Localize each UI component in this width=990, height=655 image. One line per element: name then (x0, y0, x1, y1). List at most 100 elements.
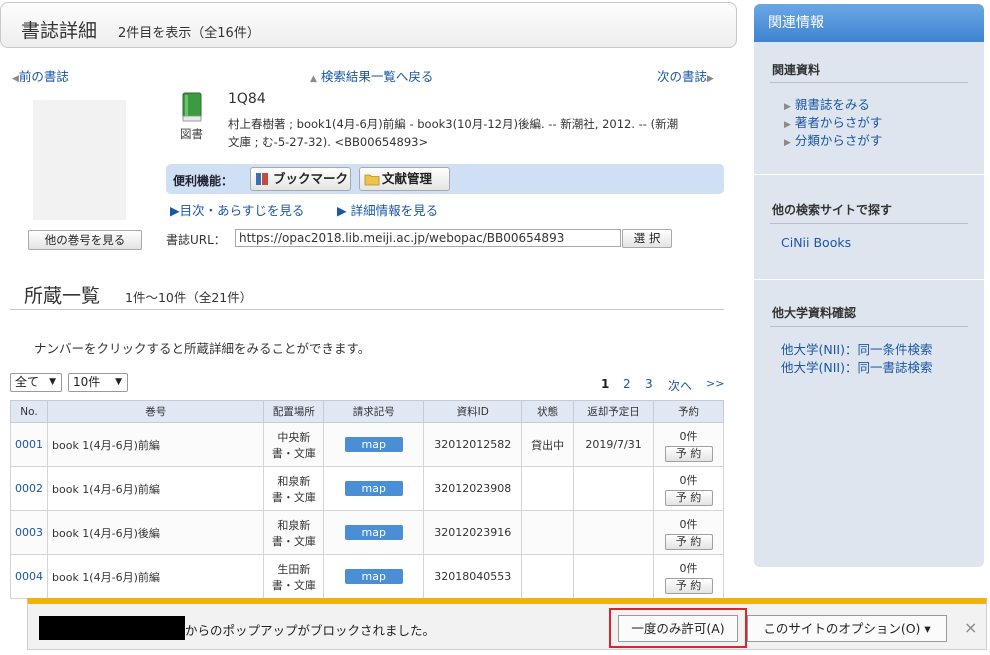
divider (754, 279, 984, 280)
parent-record-link[interactable]: ▶ 親書誌をみる (784, 94, 870, 113)
due-date-cell (573, 466, 655, 511)
due-date-cell: 2019/7/31 (573, 422, 655, 467)
right-triangle-icon: ▶ (784, 120, 791, 130)
material-type-label: 図書 (180, 127, 203, 141)
item-id-cell: 32012023908 (423, 466, 523, 511)
table-row: 0001 book 1(4月-6月)前編 中央新 書・文庫 map 3201201… (10, 422, 724, 467)
reserve-cell: 0件予 約 (653, 510, 724, 555)
prev-record-link[interactable]: ◀前の書誌 (12, 66, 69, 85)
location-cell: 和泉新 書・文庫 (263, 510, 325, 555)
volume-cell: book 1(4月-6月)後編 (46, 510, 265, 555)
book-title: 1Q84 (228, 91, 266, 107)
page-title: 書誌詳細 (21, 20, 98, 42)
status-cell (521, 466, 575, 511)
due-date-cell (573, 554, 655, 599)
volume-cell: book 1(4月-6月)前編 (46, 466, 265, 511)
item-id-cell: 32012012582 (423, 422, 523, 467)
reserve-button[interactable]: 予 約 (664, 489, 713, 506)
bookmark-button[interactable]: ブックマーク (250, 167, 351, 191)
record-position: 2件目を表示（全16件） (118, 26, 260, 41)
col-reserve: 予約 (653, 400, 724, 423)
item-number-link[interactable]: 0003 (15, 526, 43, 539)
holdings-hint: ナンバーをクリックすると所蔵詳細をみることができます。 (34, 341, 371, 356)
record-url-field[interactable]: https://opac2018.lib.meiji.ac.jp/webopac… (235, 229, 621, 247)
item-number-link[interactable]: 0002 (15, 482, 43, 495)
reserve-button[interactable]: 予 約 (664, 445, 713, 462)
divider (754, 174, 984, 175)
notification-message: からのポップアップがブロックされました。 (185, 623, 436, 638)
back-to-results-link[interactable]: ▲ 検索結果一覧へ戻る (310, 66, 433, 85)
map-button[interactable]: map (344, 481, 403, 496)
related-info-sidebar: 関連情報 関連資料 ▶ 親書誌をみる ▶ 著者からさがす ▶ 分類からさがす 他の検索… (754, 4, 984, 567)
other-univ-heading: 他大学資料確認 (772, 306, 857, 320)
toc-link[interactable]: ▶目次・あらすじを見る (170, 200, 304, 219)
status-cell: 貸出中 (521, 422, 575, 467)
map-button[interactable]: map (344, 525, 403, 540)
col-status: 状態 (521, 400, 575, 423)
location-cell: 和泉新 書・文庫 (263, 466, 325, 511)
reference-manager-button[interactable]: 文献管理 (359, 167, 450, 191)
col-no: No. (10, 400, 48, 423)
reserve-button[interactable]: 予 約 (664, 577, 713, 594)
col-due-date: 返却予定日 (573, 400, 655, 423)
reserve-cell: 0件予 約 (653, 554, 724, 599)
col-item-id: 資料ID (423, 400, 523, 423)
table-row: 0003 book 1(4月-6月)後編 和泉新 書・文庫 map 3201202… (10, 510, 724, 555)
up-triangle-icon: ▲ (310, 74, 317, 84)
cinii-books-link[interactable]: CiNii Books (781, 235, 851, 250)
holdings-table: No. 巻号 配置場所 請求記号 資料ID 状態 返却予定日 予約 0001 b… (10, 400, 724, 599)
holdings-count: 1件～10件（全21件） (125, 290, 253, 305)
page-title-bar: 書誌詳細 2件目を表示（全16件） (0, 2, 737, 48)
divider (770, 223, 968, 224)
map-button[interactable]: map (344, 437, 403, 452)
page-next-link[interactable]: 次へ (668, 377, 692, 394)
item-number-link[interactable]: 0001 (15, 438, 43, 451)
next-record-link[interactable]: 次の書誌▶ (657, 66, 714, 85)
left-triangle-icon: ◀ (12, 74, 19, 84)
author-search-link[interactable]: ▶ 著者からさがす (784, 112, 882, 131)
col-location: 配置場所 (263, 400, 325, 423)
nii-same-record-link[interactable]: 他大学(NII)：同一書誌検索 (781, 357, 932, 376)
url-select-button[interactable]: 選 択 (622, 229, 672, 248)
item-number-link[interactable]: 0004 (15, 570, 43, 583)
page-current: 1 (601, 377, 610, 391)
right-triangle-icon: ▶ (784, 138, 791, 148)
page-3-link[interactable]: 3 (645, 377, 653, 391)
folder-icon (364, 174, 380, 186)
classification-search-link[interactable]: ▶ 分類からさがす (784, 130, 882, 149)
right-triangle-icon: ▶ (170, 203, 180, 218)
detail-link[interactable]: ▶ 詳細情報を見る (337, 200, 438, 219)
dropdown-arrow-icon: ▼ (49, 377, 56, 387)
bookmark-icon (256, 173, 268, 185)
other-volumes-button[interactable]: 他の巻号を見る (28, 230, 142, 250)
right-triangle-icon: ▶ (707, 74, 714, 84)
due-date-cell (573, 510, 655, 555)
nii-same-condition-link[interactable]: 他大学(NII)：同一条件検索 (781, 339, 932, 358)
close-icon[interactable]: × (964, 618, 977, 637)
item-id-cell: 32012023916 (423, 510, 523, 555)
book-cover-placeholder (33, 100, 126, 220)
location-cell: 生田新 書・文庫 (263, 554, 325, 599)
site-options-button[interactable]: このサイトのオプション(O) ▾ (747, 615, 947, 642)
tools-label: 便利機能： (173, 174, 234, 188)
map-button[interactable]: map (344, 569, 403, 584)
holdings-title: 所蔵一覧 (24, 285, 101, 307)
reserve-button[interactable]: 予 約 (664, 533, 713, 550)
allow-once-button[interactable]: 一度のみ許可(A) (618, 615, 738, 642)
other-sites-heading: 他の検索サイトで探す (772, 203, 893, 217)
divider (10, 309, 724, 310)
main-content: 書誌詳細 2件目を表示（全16件） ◀前の書誌 ▲ 検索結果一覧へ戻る 次の書誌… (0, 0, 740, 655)
page-last-link[interactable]: >> (706, 377, 724, 390)
col-volume: 巻号 (46, 400, 265, 423)
per-page-select[interactable]: 10件 ▼ (68, 373, 128, 392)
divider (770, 326, 968, 327)
book-description: 村上春樹著 ; book1(4月-6月)前編 - book3(10月-12月)後… (228, 117, 679, 149)
popup-blocked-notification: からのポップアップがブロックされました。 一度のみ許可(A) このサイトのオプシ… (27, 598, 987, 650)
page-2-link[interactable]: 2 (623, 377, 631, 391)
related-materials-heading: 関連資料 (772, 63, 821, 77)
divider (770, 82, 968, 83)
right-triangle-icon: ▶ (784, 102, 791, 112)
filter-select[interactable]: 全て ▼ (10, 373, 62, 392)
col-call-number: 請求記号 (323, 400, 425, 423)
table-row: 0002 book 1(4月-6月)前編 和泉新 書・文庫 map 3201202… (10, 466, 724, 511)
